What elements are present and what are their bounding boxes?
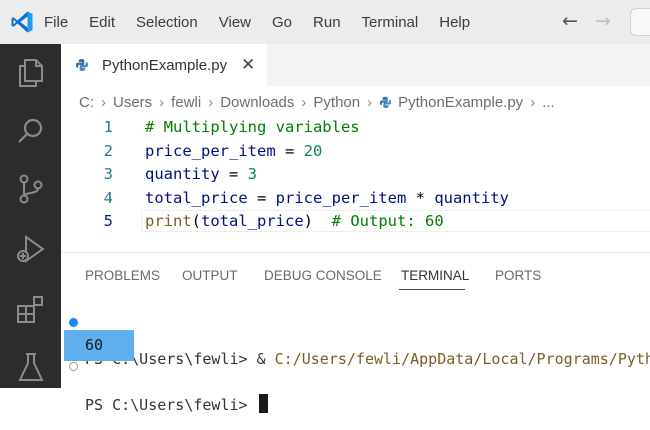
python-file-icon [76, 59, 88, 71]
code-paren: ( [191, 212, 202, 230]
title-bar: File Edit Selection View Go Run Terminal… [0, 0, 650, 44]
menu-run[interactable]: Run [313, 14, 341, 31]
line-number: 4 [103, 188, 113, 207]
activity-bar [0, 44, 61, 388]
terminal-output: 60 [85, 336, 104, 354]
code-comment: # Multiplying variables [145, 118, 360, 136]
breadcrumb-downloads[interactable]: Downloads [220, 94, 294, 111]
terminal-line: PS C:\Users\fewli> & C:/Users/fewli/AppD… [61, 314, 650, 368]
menu-edit[interactable]: Edit [89, 14, 115, 31]
editor-tabs-bar: PythonExample.py ✕ [61, 44, 650, 86]
code-operator: = [247, 188, 276, 207]
code-number: 20 [303, 141, 323, 160]
menu-view[interactable]: View [219, 14, 251, 31]
breadcrumb-fewli[interactable]: fewli [171, 94, 201, 111]
tab-ports[interactable]: PORTS [495, 268, 541, 283]
tab-problems[interactable]: PROBLEMS [85, 268, 160, 283]
code-line-current: 5 print(total_price) # Output: 60 [61, 210, 650, 234]
vscode-logo-icon[interactable] [10, 10, 34, 34]
breadcrumb-drive[interactable]: C: [79, 94, 94, 111]
extensions-icon[interactable] [14, 292, 48, 326]
code-paren: ) [303, 212, 314, 230]
panel-tabs: PROBLEMS OUTPUT DEBUG CONSOLE TERMINAL P… [61, 253, 650, 293]
active-tab-indicator [399, 289, 465, 290]
code-operator: * [406, 188, 435, 207]
tab-pythonexample[interactable]: PythonExample.py ✕ [61, 44, 267, 86]
tab-terminal[interactable]: TERMINAL [401, 268, 469, 283]
menu-terminal[interactable]: Terminal [362, 14, 419, 31]
chevron-right-icon: › [159, 93, 165, 111]
command-center-input[interactable] [630, 8, 650, 36]
close-icon[interactable]: ✕ [241, 55, 255, 75]
code-function: print [145, 212, 192, 230]
back-arrow-icon[interactable]: ← [562, 10, 578, 32]
terminal-line: PS C:\Users\fewli> [61, 358, 650, 414]
breadcrumb: C: › Users › fewli › Downloads › Python … [61, 88, 650, 116]
breadcrumb-file[interactable]: PythonExample.py [398, 94, 523, 111]
code-variable: total_price [145, 188, 248, 207]
menu-bar: File Edit Selection View Go Run Terminal… [44, 0, 491, 44]
command-success-dot-icon[interactable] [69, 318, 78, 327]
terminal-prompt: PS C:\Users\fewli> [85, 396, 257, 414]
menu-file[interactable]: File [44, 14, 68, 31]
testing-flask-icon[interactable] [14, 350, 48, 384]
tab-debug-console[interactable]: DEBUG CONSOLE [264, 268, 382, 283]
chevron-right-icon: › [301, 93, 307, 111]
chevron-right-icon: › [530, 93, 536, 111]
code-variable: quantity [434, 188, 509, 207]
code-number: 3 [247, 165, 257, 183]
line-number: 3 [103, 165, 113, 183]
code-editor[interactable]: 1 # Multiplying variables 2 price_per_it… [61, 116, 650, 234]
menu-help[interactable]: Help [439, 14, 470, 31]
code-variable: total_price [201, 212, 304, 230]
chevron-right-icon: › [208, 93, 214, 111]
search-icon[interactable] [14, 114, 48, 148]
chevron-right-icon: › [101, 93, 106, 111]
terminal-cursor [258, 394, 268, 413]
tab-label: PythonExample.py [102, 57, 228, 74]
code-line: 3 quantity = 3 [61, 163, 650, 187]
breadcrumb-symbols[interactable]: ... [542, 94, 555, 111]
code-line: 2 price_per_item = 20 [61, 140, 650, 164]
code-line: 4 total_price = price_per_item * quantit… [61, 187, 650, 211]
code-operator: = [219, 165, 248, 183]
code-line: 1 # Multiplying variables [61, 116, 650, 140]
run-debug-icon[interactable] [14, 232, 48, 266]
line-number: 2 [103, 141, 113, 160]
code-operator: = [275, 141, 304, 160]
source-control-icon[interactable] [14, 172, 48, 206]
code-variable: price_per_item [145, 141, 276, 160]
code-comment: # Output: 60 [313, 212, 444, 230]
terminal[interactable]: PS C:\Users\fewli> & C:/Users/fewli/AppD… [61, 300, 650, 414]
menu-go[interactable]: Go [272, 14, 292, 31]
chevron-right-icon: › [367, 93, 373, 111]
command-pending-dot-icon[interactable] [69, 362, 78, 371]
breadcrumb-users[interactable]: Users [113, 94, 152, 111]
explorer-files-icon[interactable] [14, 56, 48, 90]
line-number: 5 [103, 212, 113, 230]
code-variable: quantity [145, 165, 220, 183]
breadcrumb-python[interactable]: Python [313, 94, 360, 111]
code-variable: price_per_item [275, 188, 407, 207]
tab-output[interactable]: OUTPUT [182, 268, 238, 283]
forward-arrow-icon[interactable]: → [595, 10, 611, 32]
python-file-icon [380, 96, 392, 108]
line-number: 1 [103, 118, 113, 136]
menu-selection[interactable]: Selection [136, 14, 198, 31]
